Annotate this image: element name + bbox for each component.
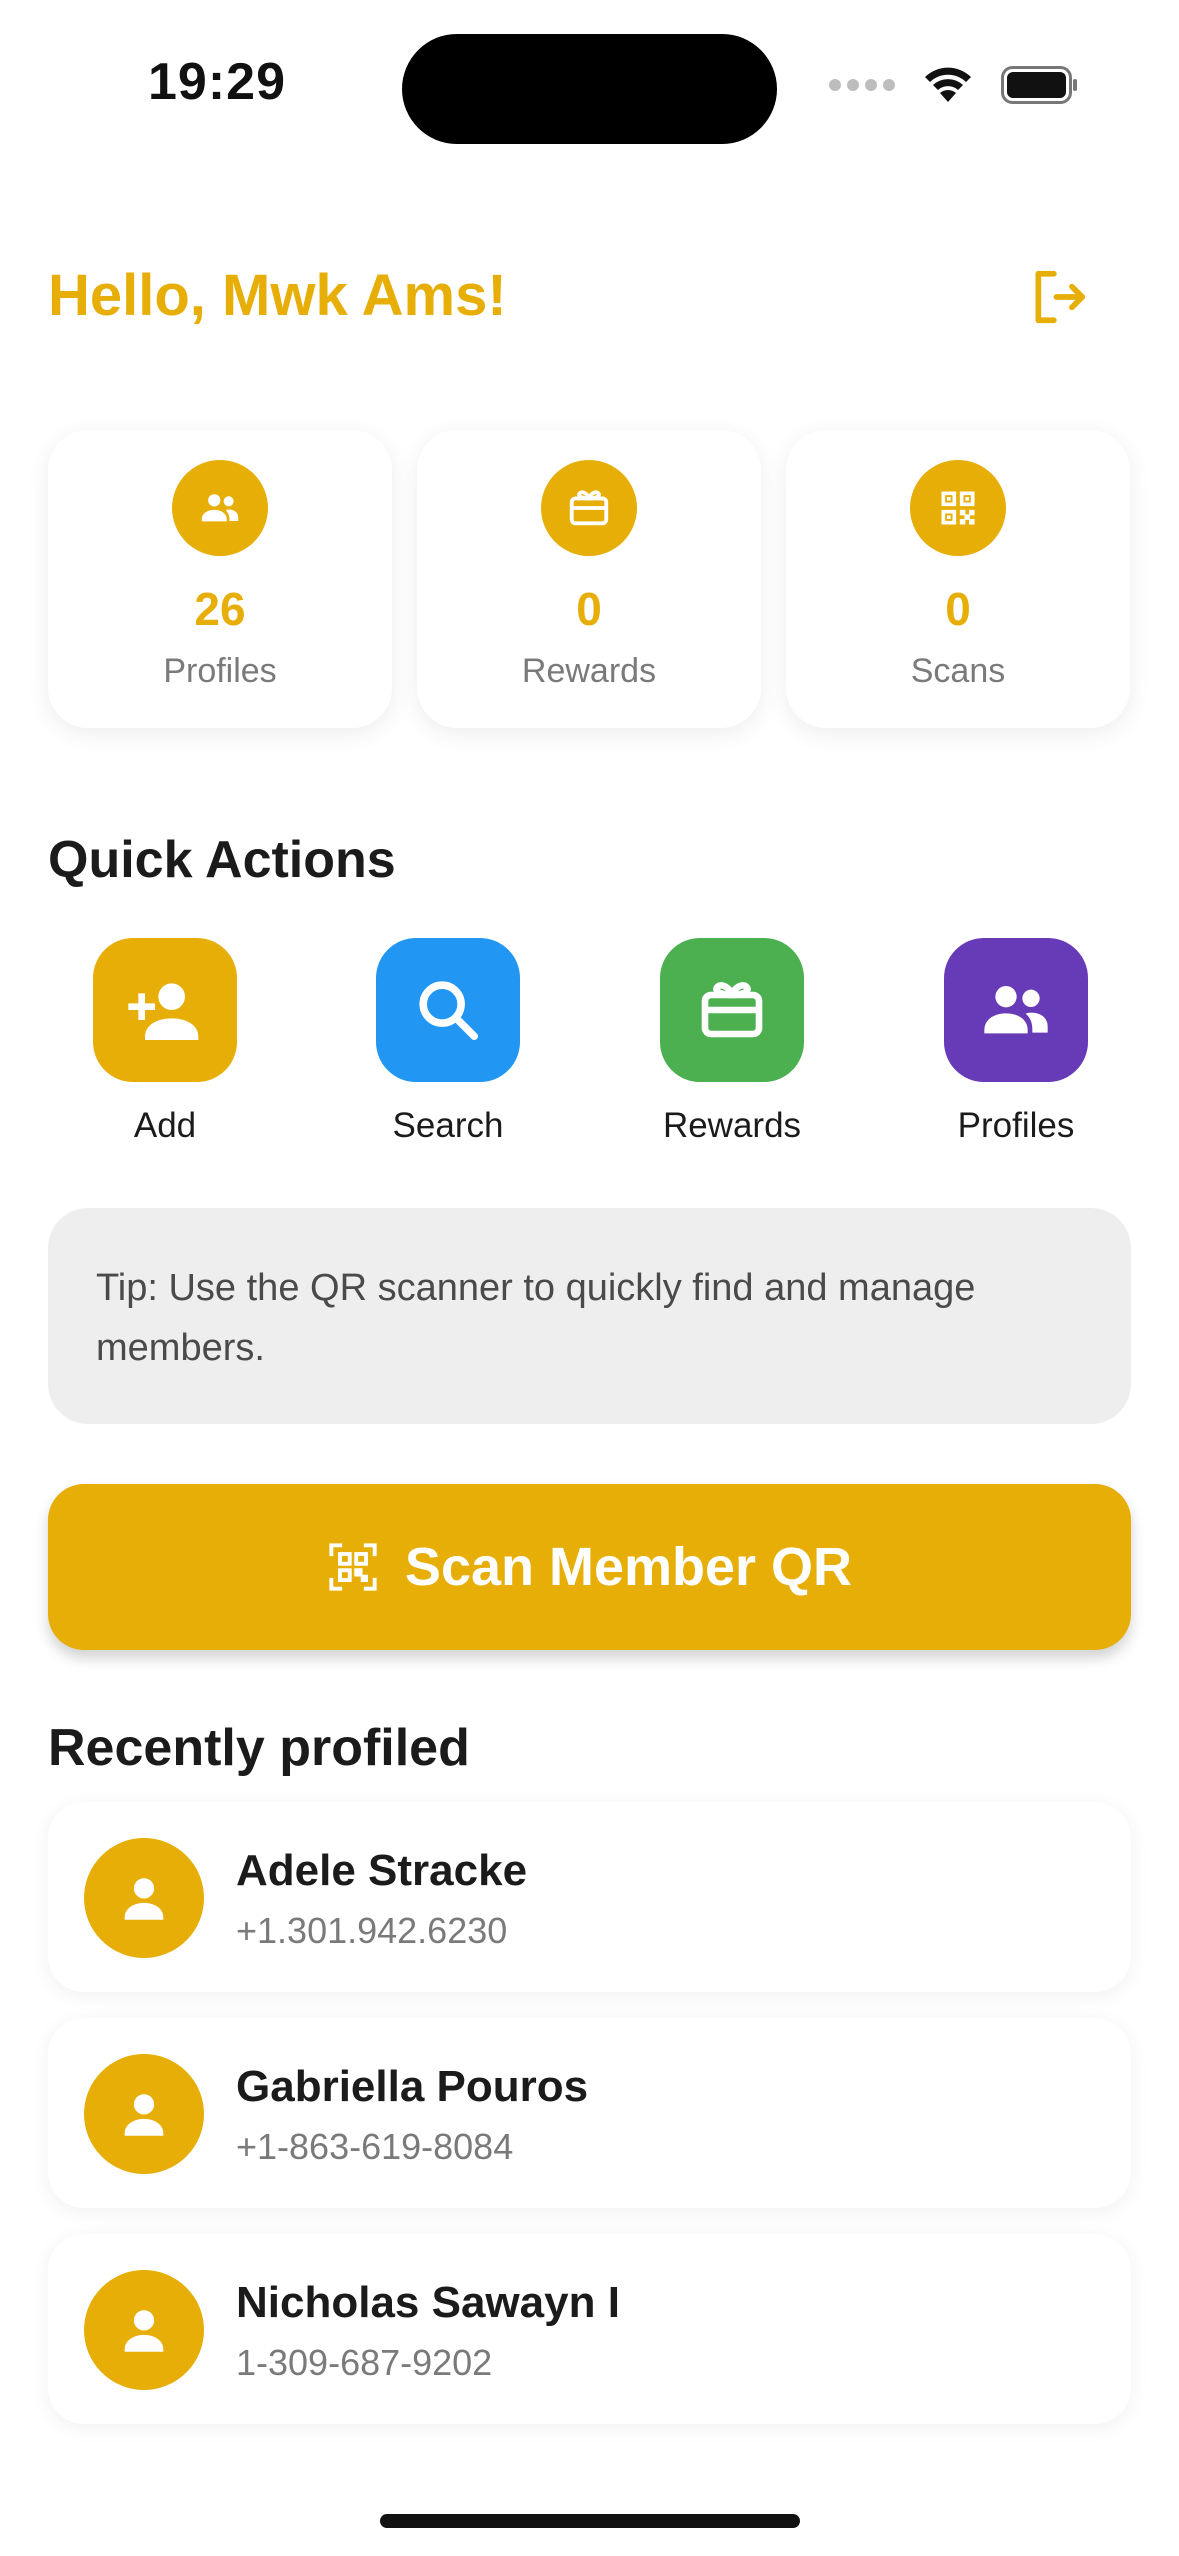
stat-label: Scans	[910, 652, 1006, 690]
gift-card-icon	[541, 460, 637, 556]
tip-text: Tip: Use the QR scanner to quickly find …	[96, 1267, 976, 1369]
stat-value: 0	[945, 583, 971, 635]
greeting-title: Hello, Mwk Ams!	[48, 263, 507, 328]
logout-icon	[1035, 270, 1086, 324]
quick-action-profiles[interactable]: Profiles	[916, 938, 1116, 1146]
gift-card-icon	[701, 982, 763, 1038]
recent-list: Adele Stracke +1.301.942.6230 Gabriella …	[48, 1802, 1131, 2450]
search-icon	[419, 981, 479, 1041]
wifi-icon	[923, 66, 973, 104]
stats-row: 26 Profiles 0 Rewards 0 Scans	[48, 430, 1131, 728]
stat-value: 26	[194, 583, 246, 635]
stat-card-profiles: 26 Profiles	[48, 430, 392, 728]
quick-action-rewards[interactable]: Rewards	[632, 938, 832, 1146]
tip-box: Tip: Use the QR scanner to quickly find …	[48, 1208, 1131, 1424]
quick-action-search[interactable]: Search	[348, 938, 548, 1146]
qr-scanner-icon	[329, 1543, 377, 1591]
logout-button[interactable]	[1024, 262, 1094, 332]
list-item[interactable]: Gabriella Pouros +1-863-619-8084	[48, 2018, 1131, 2208]
stat-card-scans: 0 Scans	[786, 430, 1130, 728]
quick-actions-title: Quick Actions	[48, 831, 396, 889]
quick-action-label: Profiles	[957, 1106, 1075, 1145]
quick-action-label: Search	[392, 1106, 504, 1145]
person-add-icon	[128, 983, 199, 1040]
list-item[interactable]: Nicholas Sawayn I 1-309-687-9202	[48, 2234, 1131, 2424]
home-indicator[interactable]	[380, 2514, 800, 2528]
person-phone: +1.301.942.6230	[236, 1910, 508, 1951]
stat-label: Profiles	[163, 652, 277, 690]
people-icon	[172, 460, 268, 556]
battery-icon	[1001, 66, 1079, 104]
person-phone: +1-863-619-8084	[236, 2126, 514, 2167]
stat-value: 0	[576, 583, 602, 635]
avatar	[84, 2270, 204, 2390]
person-icon	[124, 2310, 164, 2352]
scan-member-qr-button[interactable]: Scan Member QR	[48, 1484, 1131, 1650]
quick-action-label: Add	[133, 1106, 197, 1145]
quick-actions-row: Add Search Rewards Profiles	[48, 938, 1131, 1158]
avatar	[84, 1838, 204, 1958]
person-phone: 1-309-687-9202	[236, 2342, 493, 2383]
signal-icon	[829, 79, 895, 91]
status-icons	[829, 66, 1079, 104]
quick-action-label: Rewards	[662, 1106, 802, 1145]
stat-card-rewards: 0 Rewards	[417, 430, 761, 728]
qr-code-icon	[910, 460, 1006, 556]
person-name: Gabriella Pouros	[236, 2062, 589, 2111]
recently-profiled-title: Recently profiled	[48, 1719, 470, 1777]
avatar	[84, 2054, 204, 2174]
stat-label: Rewards	[521, 652, 657, 690]
person-icon	[124, 1878, 164, 1920]
dynamic-island	[402, 34, 777, 144]
quick-action-add[interactable]: Add	[65, 938, 265, 1146]
scan-button-label: Scan Member QR	[404, 1537, 853, 1597]
person-name: Adele Stracke	[236, 1846, 528, 1895]
status-bar: 19:29	[0, 0, 1179, 170]
person-name: Nicholas Sawayn I	[236, 2278, 620, 2327]
status-time: 19:29	[148, 53, 286, 111]
person-icon	[124, 2094, 164, 2136]
list-item[interactable]: Adele Stracke +1.301.942.6230	[48, 1802, 1131, 1992]
people-icon	[984, 986, 1048, 1034]
